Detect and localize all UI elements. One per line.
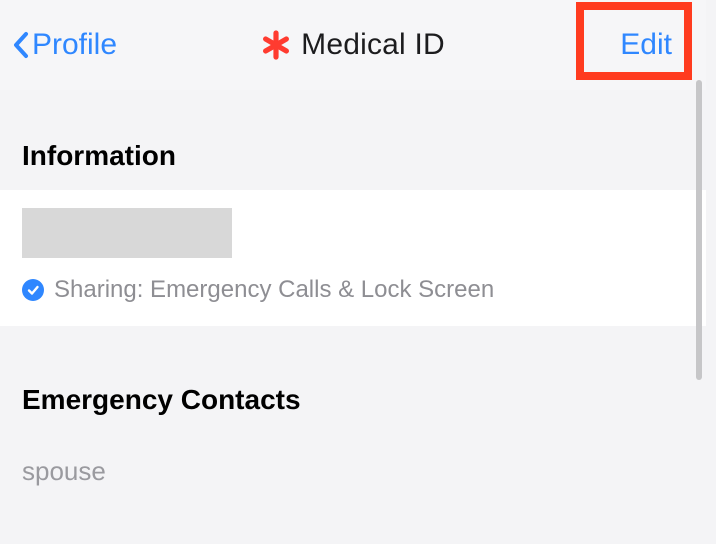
- section-header-emergency-contacts: Emergency Contacts: [0, 326, 706, 434]
- medical-asterisk-icon: [261, 30, 291, 60]
- navigation-bar: Profile Medical ID Edit: [0, 0, 706, 90]
- checkmark-badge-icon: [22, 279, 44, 301]
- chevron-left-icon: [12, 31, 30, 59]
- section-header-information: Information: [0, 90, 706, 190]
- edit-button[interactable]: Edit: [606, 22, 686, 68]
- back-label: Profile: [32, 28, 117, 62]
- emergency-contact-relation: spouse: [0, 434, 706, 487]
- page-title-text: Medical ID: [301, 28, 445, 62]
- edit-label: Edit: [620, 28, 672, 61]
- medical-id-screen: Profile Medical ID Edit Information: [0, 0, 706, 544]
- sharing-status-text: Sharing: Emergency Calls & Lock Screen: [54, 276, 494, 304]
- sharing-status-row: Sharing: Emergency Calls & Lock Screen: [22, 276, 684, 304]
- information-card: Sharing: Emergency Calls & Lock Screen: [0, 190, 706, 326]
- back-button[interactable]: Profile: [12, 28, 117, 62]
- scrollbar[interactable]: [696, 80, 702, 380]
- redacted-name: [22, 208, 232, 258]
